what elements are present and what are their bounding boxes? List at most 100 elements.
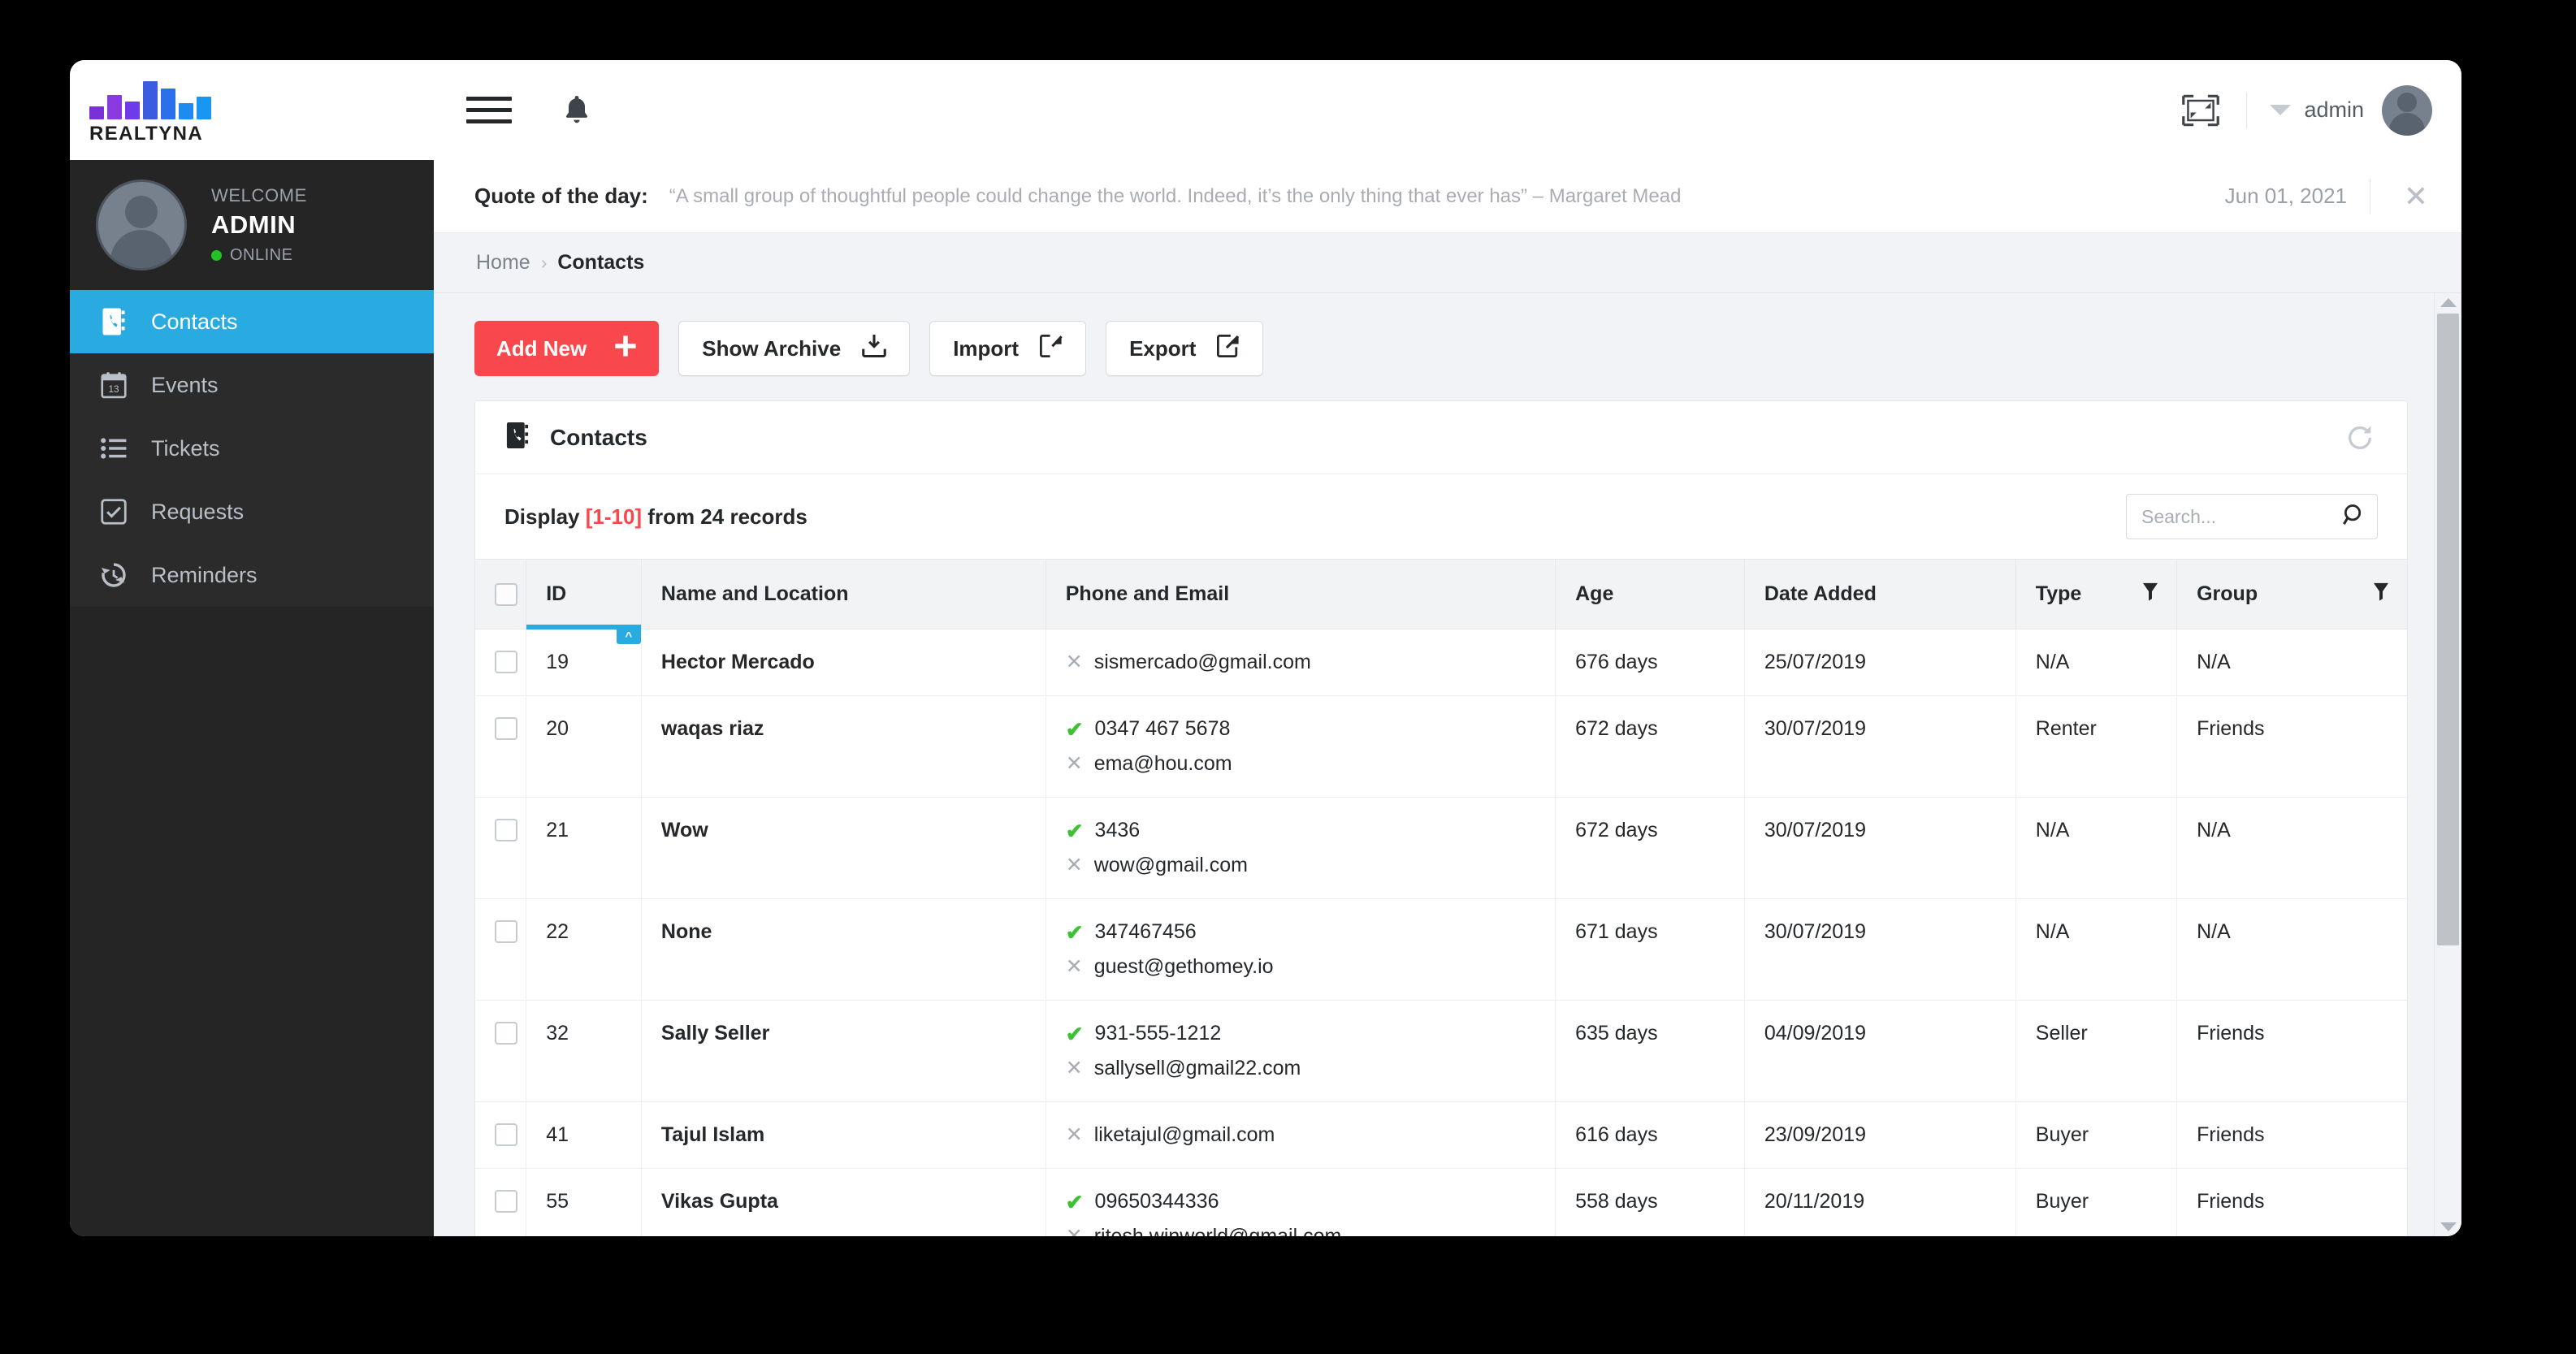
cell-type: Seller (2015, 1000, 2178, 1102)
sidebar-item-contacts[interactable]: Contacts (70, 290, 434, 353)
row-select-cell (475, 1101, 527, 1169)
sidebar-item-events[interactable]: 13 Events (70, 353, 434, 417)
email-line: ✕ guest@gethomey.io (1066, 955, 1535, 979)
table-row[interactable]: 22 None ✔ 347467456 ✕ guest@gethomey.io 671 da… (475, 898, 2407, 1001)
search-box[interactable] (2126, 494, 2378, 539)
email-line: ✕ wow@gmail.com (1066, 854, 1535, 877)
content: Add New Show Archive Import Export Conta… (434, 293, 2434, 1236)
column-label: Group (2197, 582, 2258, 605)
cell-age: 635 days (1555, 1000, 1745, 1102)
cell-group: N/A (2176, 898, 2407, 1001)
cell-name: waqas riaz (641, 695, 1046, 798)
cell-id: 20 (526, 695, 642, 798)
table-row[interactable]: 19 Hector Mercado ✕ sismercado@gmail.com 676… (475, 629, 2407, 696)
cell-contact: ✔ 0347 467 5678 ✕ ema@hou.com (1046, 695, 1556, 798)
row-checkbox[interactable] (495, 651, 517, 673)
column-label: Type (2035, 582, 2082, 605)
scrollbar-track[interactable] (2435, 314, 2461, 1216)
user-name-label[interactable]: admin (2304, 97, 2364, 123)
row-checkbox[interactable] (495, 1190, 517, 1213)
sort-ascending-icon: ^ (616, 628, 641, 644)
table-row[interactable]: 41 Tajul Islam ✕ liketajul@gmail.com 616 day… (475, 1101, 2407, 1169)
column-header-name[interactable]: Name and Location (641, 559, 1046, 629)
table-row[interactable]: 20 waqas riaz ✔ 0347 467 5678 ✕ ema@hou.com 67… (475, 695, 2407, 798)
column-header-type[interactable]: Type (2015, 559, 2178, 629)
unverified-x-icon: ✕ (1065, 1057, 1083, 1079)
row-checkbox[interactable] (495, 717, 517, 740)
email-line-text: wow@gmail.com (1093, 854, 1249, 876)
breadcrumb: Home › Contacts (434, 233, 2461, 293)
cell-group: Friends (2176, 695, 2407, 798)
avatar[interactable] (2382, 84, 2432, 136)
cell-age: 672 days (1555, 797, 1745, 899)
cell-type: Renter (2015, 695, 2178, 798)
phone-line-text: 347467456 (1094, 920, 1197, 943)
row-checkbox[interactable] (495, 1123, 517, 1146)
cell-type: Buyer (2015, 1168, 2178, 1236)
body: WELCOME ADMIN ONLINE Contacts 13 Events … (70, 160, 2461, 1236)
sidebar-item-label: Reminders (151, 562, 258, 587)
email-line: ✕ sallysell@gmail22.com (1066, 1057, 1535, 1080)
row-checkbox[interactable] (495, 819, 517, 841)
panel-header: Contacts (475, 401, 2407, 474)
cell-contact: ✔ 347467456 ✕ guest@gethomey.io (1046, 898, 1556, 1001)
column-header-age[interactable]: Age (1555, 559, 1745, 629)
sidebar-item-label: Requests (151, 499, 245, 524)
phone-line: ✔ 0347 467 5678 (1066, 717, 1535, 741)
refresh-icon[interactable] (2342, 420, 2378, 456)
hamburger-icon[interactable] (466, 93, 512, 128)
cell-id: 41 (526, 1101, 642, 1169)
svg-text:13: 13 (109, 384, 119, 395)
table-row[interactable]: 21 Wow ✔ 3436 ✕ wow@gmail.com 672 days 30/07/20… (475, 797, 2407, 899)
search-icon[interactable] (2343, 504, 2366, 530)
select-all-checkbox[interactable] (495, 582, 517, 606)
row-checkbox[interactable] (495, 1022, 517, 1045)
column-label: ID (546, 582, 567, 605)
unverified-x-icon: ✕ (1065, 752, 1083, 775)
bell-icon[interactable] (556, 89, 598, 132)
export-button[interactable]: Export (1106, 321, 1264, 376)
scroll-down-arrow[interactable] (2440, 1222, 2457, 1231)
cell-name: Hector Mercado (641, 629, 1046, 696)
row-checkbox[interactable] (495, 920, 517, 943)
sidebar-item-tickets[interactable]: Tickets (70, 417, 434, 480)
sidebar-item-requests[interactable]: Requests (70, 480, 434, 543)
column-header-id[interactable]: ID ^ (526, 559, 642, 644)
search-input[interactable] (2141, 505, 2343, 528)
welcome-label: WELCOME (211, 185, 307, 205)
row-select-cell (475, 1168, 527, 1236)
close-icon[interactable]: ✕ (2396, 181, 2435, 211)
breadcrumb-home[interactable]: Home (476, 251, 530, 275)
cell-group: Friends (2176, 1101, 2407, 1169)
show-archive-button[interactable]: Show Archive (678, 321, 911, 376)
sidebar-item-reminders[interactable]: Reminders (70, 543, 434, 607)
filter-icon[interactable] (2142, 582, 2158, 607)
table-row[interactable]: 32 Sally Seller ✔ 931-555-1212 ✕ sallysell@gm… (475, 1000, 2407, 1102)
show-archive-label: Show Archive (702, 335, 842, 361)
import-button[interactable]: Import (929, 321, 1087, 376)
column-header-date-added[interactable]: Date Added (1744, 559, 2016, 629)
vertical-scrollbar[interactable] (2434, 293, 2461, 1236)
table-body: 19 Hector Mercado ✕ sismercado@gmail.com 676… (475, 629, 2407, 1236)
filter-icon[interactable] (2373, 582, 2389, 607)
quote-label: Quote of the day: (474, 184, 648, 208)
column-header-group[interactable]: Group (2176, 559, 2407, 629)
chevron-down-icon[interactable] (2270, 105, 2292, 115)
application-window: REALTYNA admin WELCOME ADMIN ONLINE Cont… (70, 60, 2461, 1236)
verified-check-icon: ✔ (1065, 818, 1084, 843)
unverified-x-icon: ✕ (1065, 854, 1083, 876)
row-select-cell (475, 695, 527, 798)
add-new-button[interactable]: Add New (474, 321, 660, 376)
scrollbar-thumb[interactable] (2437, 314, 2459, 945)
table-row[interactable]: 55 Vikas Gupta ✔ 09650344336 ✕ ritesh.winworl… (475, 1168, 2407, 1236)
address-book-icon (504, 421, 530, 454)
brand-logo[interactable]: REALTYNA (70, 76, 434, 145)
column-header-contact[interactable]: Phone and Email (1046, 559, 1556, 629)
main-area: Quote of the day: “A small group of thou… (434, 160, 2461, 1236)
fullscreen-icon[interactable] (2178, 88, 2223, 133)
scroll-up-arrow[interactable] (2440, 298, 2457, 307)
cell-id: 32 (526, 1000, 642, 1102)
phone-line: ✔ 3436 (1066, 819, 1535, 842)
row-select-cell (475, 898, 527, 1001)
select-all-header (475, 559, 527, 629)
